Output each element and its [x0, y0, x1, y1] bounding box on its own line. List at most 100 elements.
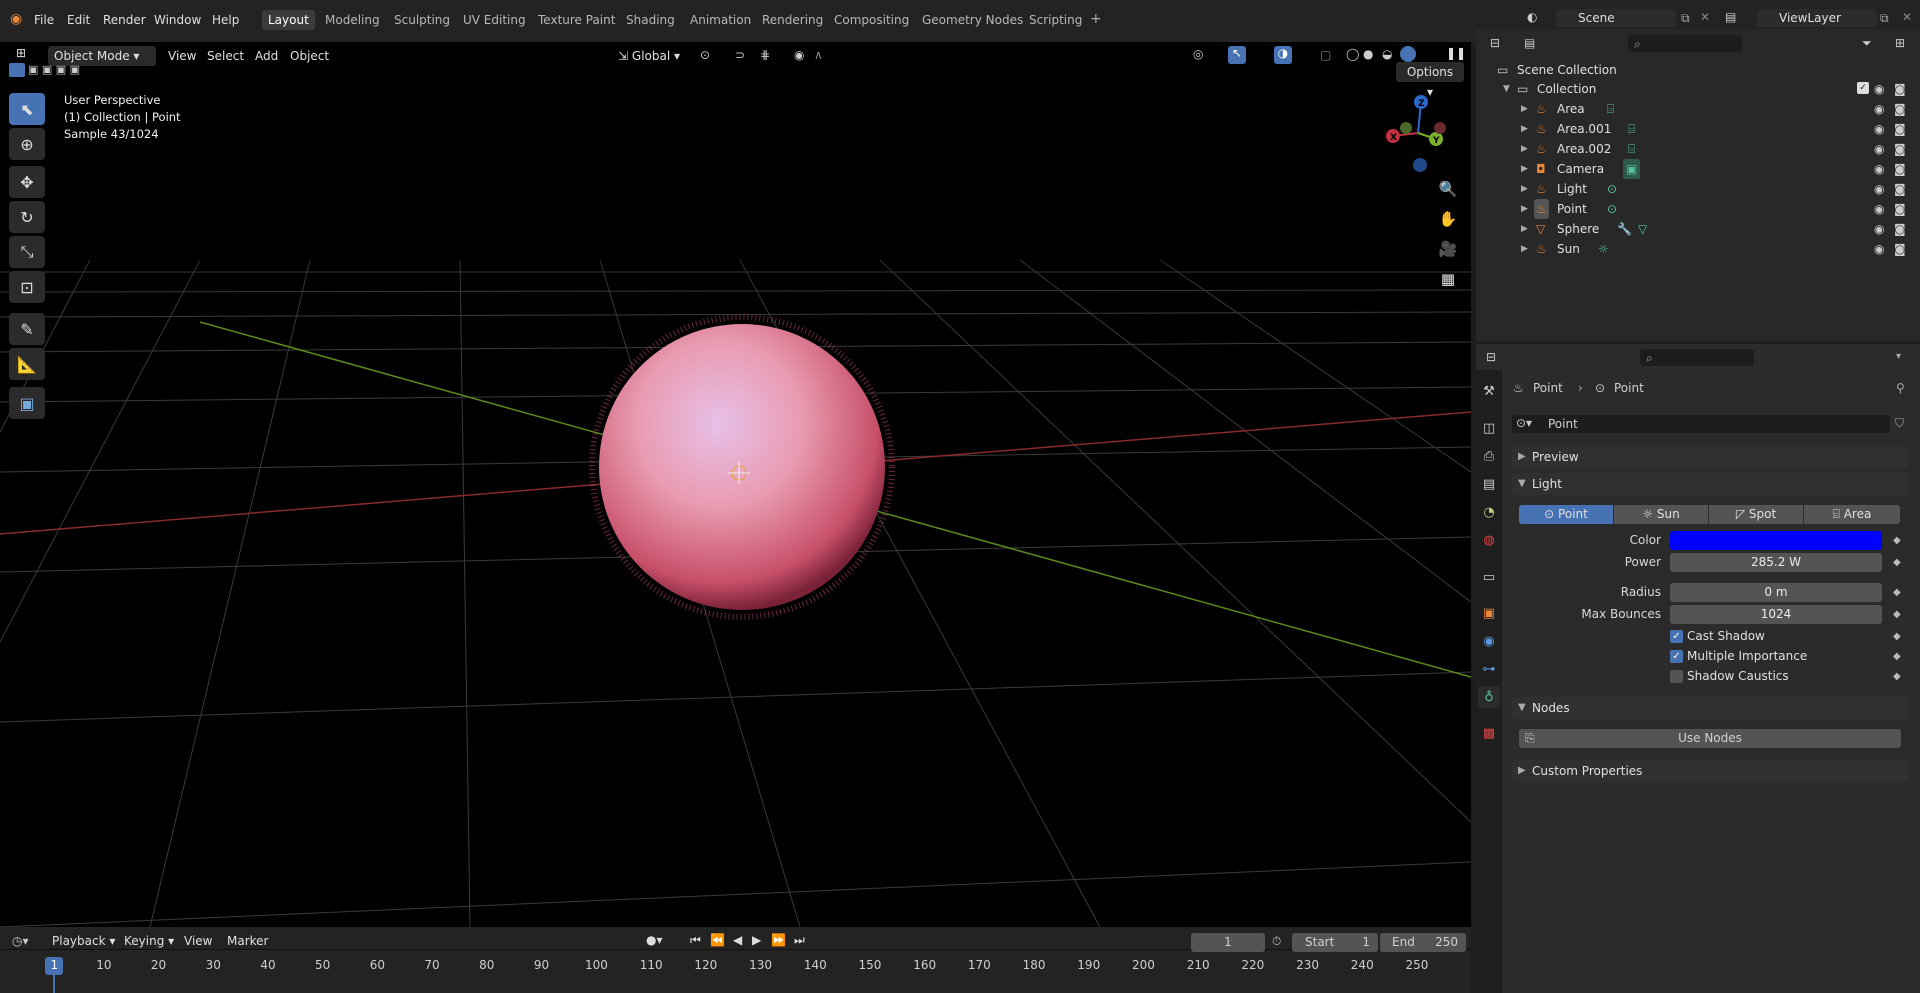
radius-field[interactable]: 0 m: [1670, 583, 1882, 602]
tab-geometry-nodes[interactable]: Geometry Nodes: [922, 13, 1023, 27]
expand-icon[interactable]: ▶: [1521, 119, 1528, 139]
pause-render-icon[interactable]: ❚❚: [1446, 46, 1466, 60]
timeline-menu-marker[interactable]: Marker: [227, 934, 268, 948]
gizmo-toggle-icon[interactable]: ↖: [1228, 46, 1246, 64]
expand-icon[interactable]: ▶: [1521, 239, 1528, 259]
datablock-field[interactable]: ⊙▾ Point: [1512, 415, 1890, 433]
add-cube-tool-button[interactable]: ▣: [9, 387, 45, 419]
keyframe-dot-icon[interactable]: ◆: [1893, 631, 1901, 642]
scale-tool-button[interactable]: ⤡: [9, 236, 45, 268]
view-layer-icon[interactable]: ▤: [1725, 10, 1736, 24]
mesh-icon[interactable]: ▽: [1638, 219, 1647, 239]
copy-icon[interactable]: ⧉: [1880, 11, 1889, 26]
preview-panel-header[interactable]: ▶ Preview: [1512, 446, 1908, 468]
record-icon[interactable]: ●▾: [646, 933, 663, 947]
menu-view[interactable]: View: [162, 46, 202, 66]
outliner-item-area[interactable]: ▶ ♨ Area ⌸ ◉ ◙: [1476, 99, 1920, 119]
visibility-icon[interactable]: ◎: [1193, 47, 1203, 61]
camera-view-icon[interactable]: 🎥: [1434, 235, 1462, 263]
light-data-tab-icon[interactable]: ♁: [1478, 686, 1500, 708]
expand-icon[interactable]: ▶: [1521, 219, 1528, 239]
light-type-sun-button[interactable]: ☼ Sun: [1614, 505, 1708, 524]
overlay-toggle-icon[interactable]: ◑: [1274, 46, 1292, 64]
expand-icon[interactable]: ▶: [1521, 199, 1528, 219]
new-collection-icon[interactable]: ⊞: [1895, 36, 1905, 50]
pin-icon[interactable]: ⚲: [1896, 381, 1905, 395]
menu-add[interactable]: Add: [249, 46, 284, 66]
scene-collection-row[interactable]: ▭ Scene Collection: [1476, 60, 1920, 80]
eye-icon[interactable]: ◉: [1874, 179, 1884, 199]
material-shading-icon[interactable]: ◒: [1382, 47, 1392, 61]
modifier-wrench-icon[interactable]: 🔧: [1617, 219, 1632, 239]
3d-viewport[interactable]: [0, 42, 1471, 927]
close-icon[interactable]: ✕: [1902, 10, 1912, 24]
render-camera-icon[interactable]: ◙: [1894, 179, 1906, 199]
tool-tab-icon[interactable]: ⚒: [1478, 380, 1500, 402]
scene-field[interactable]: Scene: [1556, 9, 1676, 27]
outliner-item-point[interactable]: ▶ ♨ Point ⊙ ◉ ◙: [1476, 199, 1920, 219]
outliner-item-light[interactable]: ▶ ♨ Light ⊙ ◉ ◙: [1476, 179, 1920, 199]
menu-object[interactable]: Object: [284, 46, 335, 66]
move-tool-button[interactable]: ✥: [9, 166, 45, 198]
tab-texture-paint[interactable]: Texture Paint: [538, 13, 615, 27]
output-tab-icon[interactable]: ⎙: [1478, 445, 1500, 467]
constraints-tab-icon[interactable]: ⊶: [1478, 658, 1500, 680]
use-nodes-button[interactable]: ⎘ Use Nodes: [1519, 729, 1901, 748]
timeline-menu-playback[interactable]: Playback ▾: [52, 934, 115, 948]
tab-animation[interactable]: Animation: [690, 13, 751, 27]
properties-editor-icon[interactable]: ⊟: [1486, 350, 1496, 364]
menu-help[interactable]: Help: [212, 13, 239, 27]
rendered-shading-icon[interactable]: [1400, 46, 1416, 62]
transform-tool-button[interactable]: ⊡: [9, 271, 45, 303]
light-panel-header[interactable]: ▼ Light: [1512, 473, 1908, 495]
copy-icon[interactable]: ⧉: [1681, 11, 1690, 26]
start-frame-field[interactable]: Start 1: [1292, 933, 1378, 952]
play-icon[interactable]: ▶: [752, 933, 761, 947]
expand-icon[interactable]: ▼: [1503, 79, 1510, 99]
tab-shading[interactable]: Shading: [626, 13, 675, 27]
navigation-gizmo[interactable]: Z Y X: [1378, 90, 1468, 180]
eye-icon[interactable]: ◉: [1874, 79, 1884, 99]
outliner-item-area-002[interactable]: ▶ ♨ Area.002 ⌸ ◉ ◙: [1476, 139, 1920, 159]
display-mode-icon[interactable]: ▤: [1524, 36, 1535, 50]
expand-icon[interactable]: ▶: [1521, 99, 1528, 119]
view-layer-tab-icon[interactable]: ▤: [1478, 473, 1500, 495]
render-camera-icon[interactable]: ◙: [1894, 159, 1906, 179]
timeline-editor-icon[interactable]: ◷▾: [12, 934, 29, 948]
eye-icon[interactable]: ◉: [1874, 199, 1884, 219]
select-tool-button[interactable]: ⬉: [9, 93, 45, 125]
texture-tab-icon[interactable]: ▩: [1478, 722, 1500, 744]
fake-user-shield-icon[interactable]: ⛉: [1895, 416, 1904, 431]
zoom-icon[interactable]: 🔍: [1434, 175, 1462, 203]
eye-icon[interactable]: ◉: [1874, 139, 1884, 159]
select-box-mode-icon[interactable]: [9, 63, 25, 77]
cast-shadow-checkbox[interactable]: ✓: [1670, 630, 1683, 643]
options-dropdown[interactable]: Options ▾: [1396, 62, 1464, 99]
perspective-toggle-icon[interactable]: ▦: [1434, 265, 1462, 293]
pivot-icon[interactable]: ⊙: [700, 48, 710, 62]
view-layer-field[interactable]: ViewLayer: [1757, 9, 1877, 27]
pan-hand-icon[interactable]: ✋: [1434, 205, 1462, 233]
light-type-spot-button[interactable]: ◸ Spot: [1709, 505, 1803, 524]
falloff-icon[interactable]: ∧: [814, 48, 823, 62]
render-camera-icon[interactable]: ◙: [1894, 199, 1906, 219]
next-keyframe-icon[interactable]: ⏩: [771, 933, 786, 947]
stopwatch-icon[interactable]: ⏱: [1272, 934, 1281, 949]
custom-properties-panel-header[interactable]: ▶ Custom Properties: [1512, 760, 1908, 782]
expand-icon[interactable]: ▶: [1521, 139, 1528, 159]
rotate-tool-button[interactable]: ↻: [9, 201, 45, 233]
render-tab-icon[interactable]: ◫: [1478, 417, 1500, 439]
menu-window[interactable]: Window: [154, 13, 201, 27]
menu-select[interactable]: Select: [201, 46, 250, 66]
add-workspace-icon[interactable]: +: [1090, 11, 1102, 27]
power-field[interactable]: 285.2 W: [1670, 553, 1882, 572]
measure-tool-button[interactable]: 📐: [9, 348, 45, 380]
eye-icon[interactable]: ◉: [1874, 99, 1884, 119]
expand-icon[interactable]: ▶: [1521, 179, 1528, 199]
scene-tab-icon[interactable]: ◔: [1478, 501, 1500, 523]
outliner-search-input[interactable]: ⌕: [1628, 35, 1742, 52]
collection-row[interactable]: ▼ ▭ Collection ✓ ◉ ◙: [1476, 79, 1920, 99]
shadow-caustics-checkbox[interactable]: [1670, 670, 1683, 683]
jump-end-icon[interactable]: ⏭: [794, 933, 805, 948]
snap-target-icon[interactable]: ⋕: [760, 48, 770, 62]
